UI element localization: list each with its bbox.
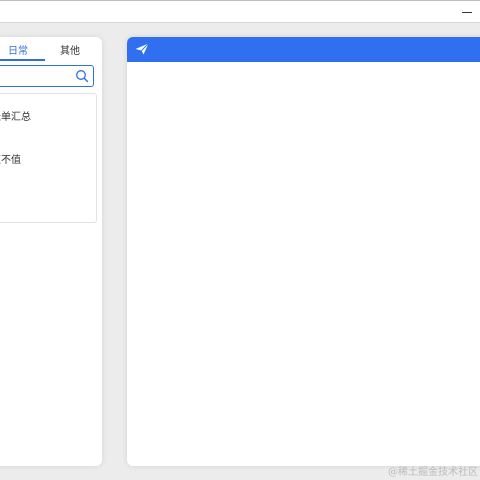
content-panel — [127, 37, 480, 466]
title-bar — [0, 0, 480, 23]
item-list: 账单汇总 值不值 B — [0, 93, 97, 223]
search-input[interactable] — [0, 68, 71, 86]
left-panel: 日常 其他 账单汇总 值不值 B — [0, 37, 102, 466]
tab-bar: 日常 其他 — [0, 37, 102, 62]
content-header — [127, 37, 480, 62]
tab-other[interactable]: 其他 — [60, 42, 80, 57]
search-icon[interactable] — [75, 69, 89, 83]
search-box[interactable] — [0, 65, 94, 87]
send-icon[interactable] — [135, 43, 149, 55]
watermark: @稀土掘金技术社区 — [388, 467, 478, 478]
list-item[interactable]: 账单汇总 — [0, 108, 31, 123]
list-item[interactable]: 值不值 — [0, 151, 21, 166]
tab-daily[interactable]: 日常 — [8, 42, 28, 57]
minimize-icon[interactable] — [460, 6, 474, 18]
active-tab-indicator — [0, 59, 45, 61]
app-window: 日常 其他 账单汇总 值不值 B @稀土掘金技术社区 — [0, 0, 480, 480]
